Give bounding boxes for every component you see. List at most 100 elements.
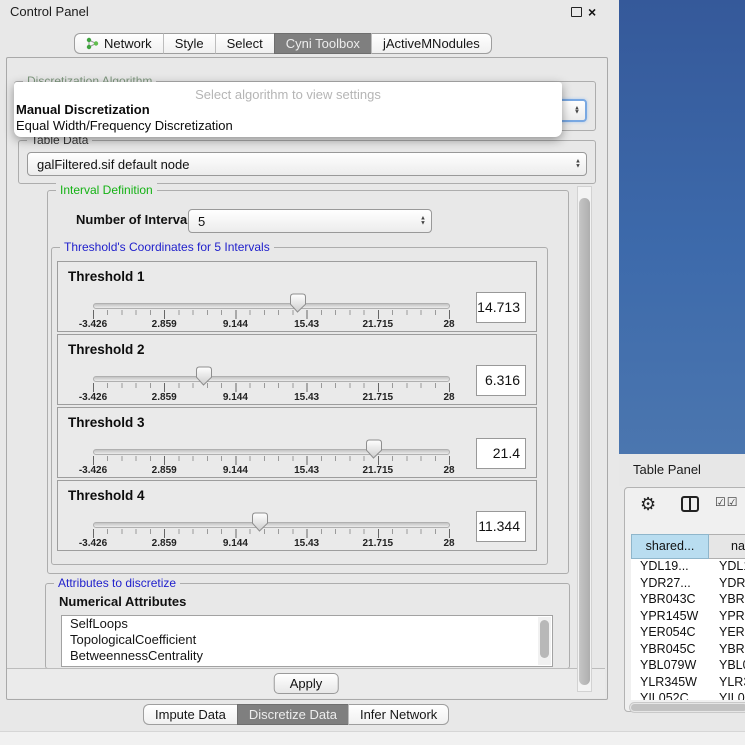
tab-impute-data[interactable]: Impute Data <box>143 704 237 725</box>
slider-thumb[interactable] <box>251 512 268 532</box>
tick-label: 9.144 <box>223 538 248 549</box>
threshold-value-field[interactable]: 21.4 <box>476 438 526 469</box>
table-row[interactable]: YBR045CYBR0 <box>631 642 745 659</box>
attribute-list-item[interactable]: TopologicalCoefficient <box>62 632 552 648</box>
cyni-mode-tabs: Impute Data Discretize Data Infer Network <box>143 704 449 725</box>
slider-tick-labels: -3.4262.8599.14415.4321.71528 <box>93 465 449 477</box>
tick-label: 15.43 <box>294 392 319 403</box>
tab-jactivemnodules[interactable]: jActiveMNodules <box>371 33 492 54</box>
table-panel-titlebar: Table Panel <box>619 454 745 486</box>
tab-label: Cyni Toolbox <box>286 36 360 51</box>
algorithm-dropdown-popup: Select algorithm to view settings Manual… <box>14 82 562 137</box>
tab-style[interactable]: Style <box>163 33 215 54</box>
status-strip <box>0 731 745 745</box>
algorithm-option-manual[interactable]: Manual Discretization <box>16 102 150 117</box>
threshold-label: Threshold 1 <box>68 269 145 284</box>
threshold-card: Threshold 1 -3.4262.8599.14415.4321.7152… <box>57 261 537 332</box>
gear-icon[interactable]: ⚙ <box>640 491 656 517</box>
attribute-list-item[interactable]: BetweennessCentrality <box>62 648 552 664</box>
threshold-card: Threshold 2 -3.4262.8599.14415.4321.7152… <box>57 334 537 405</box>
column-header[interactable]: na <box>709 534 745 559</box>
tab-select[interactable]: Select <box>215 33 274 54</box>
slider-track[interactable] <box>93 376 450 382</box>
threshold-value-field[interactable]: 11.344 <box>476 511 526 542</box>
network-icon <box>86 37 99 50</box>
tick-label: 28 <box>443 538 454 549</box>
column-header[interactable]: shared... <box>631 534 709 559</box>
slider-thumb[interactable] <box>195 366 212 386</box>
table-row[interactable]: YBL079WYBL0 <box>631 658 745 675</box>
apply-bar: Apply <box>7 668 605 698</box>
interval-definition-title: Interval Definition <box>56 183 157 197</box>
columns-icon[interactable] <box>681 496 699 512</box>
cell-shared-name: YPR145W <box>631 609 709 626</box>
table-horizontal-scrollbar[interactable] <box>629 702 745 713</box>
slider-track[interactable] <box>93 449 450 455</box>
tick-label: 15.43 <box>294 538 319 549</box>
table-header-row: shared...na <box>631 534 745 559</box>
checkbox-icons[interactable]: ☑☑ <box>715 495 739 509</box>
cell-shared-name: YBL079W <box>631 658 709 675</box>
tick-label: -3.426 <box>79 319 107 330</box>
tab-label: Impute Data <box>155 707 226 722</box>
combo-stepper-icon: ▲▼ <box>420 217 426 226</box>
thresholds-title: Threshold's Coordinates for 5 Intervals <box>60 240 274 254</box>
numerical-attributes-list[interactable]: SelfLoopsTopologicalCoefficientBetweenne… <box>61 615 553 667</box>
slider-thumb[interactable] <box>289 293 306 313</box>
slider-tick-labels: -3.4262.8599.14415.4321.71528 <box>93 319 449 331</box>
tab-label: Infer Network <box>360 707 437 722</box>
cell-shared-name: YER054C <box>631 625 709 642</box>
table-data-value: galFiltered.sif default node <box>37 157 189 172</box>
list-scrollbar[interactable] <box>538 617 551 665</box>
tab-cyni-toolbox[interactable]: Cyni Toolbox <box>274 33 371 54</box>
list-scrollbar-thumb[interactable] <box>540 620 549 658</box>
close-icon[interactable]: × <box>588 3 596 21</box>
table-hscrollbar-thumb[interactable] <box>631 704 745 711</box>
table-row[interactable]: YER054CYER0 <box>631 625 745 642</box>
interval-definition-group: Interval Definition Number of Intervals … <box>47 190 569 574</box>
control-panel-title: Control Panel <box>10 0 89 24</box>
table-data-select[interactable]: galFiltered.sif default node ▲▼ <box>27 152 587 176</box>
tab-discretize-data[interactable]: Discretize Data <box>237 704 348 725</box>
slider-thumb[interactable] <box>365 439 382 459</box>
float-window-icon[interactable] <box>571 7 582 17</box>
number-of-intervals-select[interactable]: 5 ▲▼ <box>188 209 432 233</box>
slider-tick-labels: -3.4262.8599.14415.4321.71528 <box>93 392 449 404</box>
tab-label: Discretize Data <box>249 707 337 722</box>
table-row[interactable]: YDR27...YDR2 <box>631 576 745 593</box>
tick-label: 21.715 <box>363 538 394 549</box>
table-row[interactable]: YBR043CYBR0 <box>631 592 745 609</box>
slider-tick-labels: -3.4262.8599.14415.4321.71528 <box>93 538 449 550</box>
tick-label: 9.144 <box>223 392 248 403</box>
threshold-label: Threshold 3 <box>68 415 145 430</box>
panel-scrollbar-thumb[interactable] <box>579 198 590 685</box>
tab-label: Select <box>227 36 263 51</box>
table-row[interactable]: YIL052CYIL0 <box>631 691 745 700</box>
cell-name: YIL0 <box>709 691 745 700</box>
number-of-intervals-label: Number of Intervals <box>76 212 198 227</box>
panel-scrollbar[interactable] <box>577 186 592 692</box>
cell-shared-name: YDL19... <box>631 559 709 576</box>
combo-stepper-icon: ▲▼ <box>575 160 581 169</box>
algorithm-popup-hint: Select algorithm to view settings <box>14 87 562 102</box>
algorithm-option-equal-width[interactable]: Equal Width/Frequency Discretization <box>16 118 233 133</box>
threshold-card: Threshold 4 -3.4262.8599.14415.4321.7152… <box>57 480 537 551</box>
threshold-value-field[interactable]: 14.713 <box>476 292 526 323</box>
table-panel: ⚙ ☑☑ shared...na YDL19...YDL1YDR27...YDR… <box>624 487 745 712</box>
attribute-list-item[interactable]: SelfLoops <box>62 616 552 632</box>
tab-label: Network <box>104 36 152 51</box>
tick-label: 2.859 <box>152 319 177 330</box>
slider-ticks <box>93 529 450 538</box>
table-row[interactable]: YDL19...YDL1 <box>631 559 745 576</box>
threshold-value-field[interactable]: 6.316 <box>476 365 526 396</box>
tab-label: jActiveMNodules <box>383 36 480 51</box>
number-of-intervals-value: 5 <box>198 214 205 229</box>
tab-network[interactable]: Network <box>74 33 163 54</box>
table-row[interactable]: YLR345WYLR3 <box>631 675 745 692</box>
apply-button[interactable]: Apply <box>274 673 339 694</box>
slider-track[interactable] <box>93 303 450 309</box>
cell-shared-name: YBR043C <box>631 592 709 609</box>
slider-track[interactable] <box>93 522 450 528</box>
tab-infer-network[interactable]: Infer Network <box>348 704 449 725</box>
table-row[interactable]: YPR145WYPR1 <box>631 609 745 626</box>
